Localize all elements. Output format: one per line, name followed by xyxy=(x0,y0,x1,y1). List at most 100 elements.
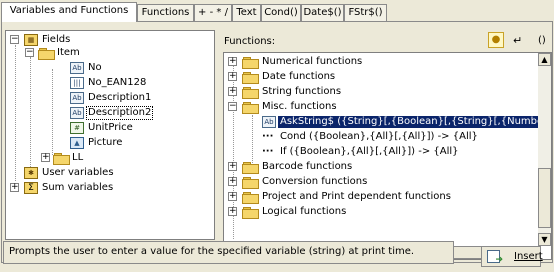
folder-icon xyxy=(53,152,70,165)
tree-label: LL xyxy=(72,152,84,163)
tree-node-sum-variables[interactable]: + Σ Sum variables xyxy=(8,182,208,194)
insert-icon: ➔ xyxy=(487,250,503,265)
description-text: Prompts the user to enter a value for th… xyxy=(9,246,415,257)
tree-node-misc[interactable]: − Misc. functions xyxy=(226,101,536,114)
tree-node-unitprice[interactable]: # UnitPrice xyxy=(8,122,208,134)
tree-label: If ({Boolean},{All}[,{All}]) -> {All} xyxy=(280,146,459,157)
expand-icon[interactable]: + xyxy=(228,177,237,186)
text-field-icon: Ab xyxy=(70,107,84,119)
functions-tree[interactable]: + Numerical functions + Date functions +… xyxy=(223,52,552,260)
table-icon: ▦ xyxy=(24,34,38,46)
picture-icon: ▲ xyxy=(70,137,84,149)
folder-icon xyxy=(242,161,259,174)
functions-label: Functions: xyxy=(224,36,276,47)
tree-label: Picture xyxy=(88,137,123,148)
folder-icon xyxy=(242,206,259,219)
expand-icon[interactable]: + xyxy=(228,192,237,201)
tree-node-numerical[interactable]: + Numerical functions xyxy=(226,56,536,69)
tree-label: Description1 xyxy=(88,92,152,103)
ellipsis-icon: ··· xyxy=(262,131,274,142)
expand-icon[interactable]: + xyxy=(228,207,237,216)
tree-node-ll[interactable]: + LL xyxy=(8,152,208,165)
tree-label: Project and Print dependent functions xyxy=(262,191,451,202)
folder-icon xyxy=(242,191,259,204)
lightbulb-icon[interactable]: ● xyxy=(488,32,504,48)
tab-fstr[interactable]: FStr$() xyxy=(344,4,387,21)
tab-strip: Variables and Functions Functions + - * … xyxy=(0,0,554,22)
tree-label: User variables xyxy=(42,167,114,178)
tab-cond[interactable]: Cond() xyxy=(261,4,301,21)
user-variable-icon: ✱ xyxy=(24,167,38,179)
tree-node-no[interactable]: Ab No xyxy=(8,62,208,74)
folder-open-icon xyxy=(38,47,55,60)
tree-node-description2[interactable]: Ab Description2 xyxy=(8,106,208,120)
tab-operators[interactable]: + - * / xyxy=(194,4,232,21)
tree-label: Barcode functions xyxy=(262,161,353,172)
tree-node-picture[interactable]: ▲ Picture xyxy=(8,137,208,149)
folder-icon xyxy=(242,71,259,84)
tree-label: Item xyxy=(57,47,80,58)
tree-node-logical[interactable]: + Logical functions xyxy=(226,206,536,219)
tree-node-cond[interactable]: ··· Cond ({Boolean},{All}[,{All}]) -> {A… xyxy=(226,131,536,143)
insert-label: Insert xyxy=(514,251,543,262)
tree-label: Misc. functions xyxy=(262,101,337,112)
insert-button[interactable]: ➔ Insert xyxy=(481,246,543,267)
tree-label: String functions xyxy=(262,86,342,97)
folder-icon xyxy=(242,86,259,99)
tree-node-date[interactable]: + Date functions xyxy=(226,71,536,84)
text-field-icon: Ab xyxy=(70,92,84,104)
enter-symbol-button[interactable]: ↵ xyxy=(513,34,522,47)
ellipsis-icon: ··· xyxy=(262,146,274,157)
variables-tree[interactable]: − ▦ Fields − Item Ab No ||| No_EAN128 Ab… xyxy=(5,30,215,240)
barcode-icon: ||| xyxy=(70,77,84,89)
parentheses-button[interactable]: () xyxy=(538,35,546,46)
collapse-icon[interactable]: − xyxy=(25,48,34,57)
tree-label: Sum variables xyxy=(42,182,114,193)
folder-icon xyxy=(242,56,259,69)
collapse-icon[interactable]: − xyxy=(10,35,19,44)
tree-node-if[interactable]: ··· If ({Boolean},{All}[,{All}]) -> {All… xyxy=(226,146,536,158)
folder-icon xyxy=(242,176,259,189)
expand-icon[interactable]: + xyxy=(228,72,237,81)
folder-open-icon xyxy=(242,101,259,114)
collapse-icon[interactable]: − xyxy=(228,102,237,111)
tree-node-askstring[interactable]: Ab AskString$ ({String}[,{Boolean}[,{Str… xyxy=(226,116,551,128)
tree-node-item[interactable]: − Item xyxy=(8,47,208,60)
tree-node-no-ean128[interactable]: ||| No_EAN128 xyxy=(8,77,208,89)
sum-icon: Σ xyxy=(24,182,38,194)
expand-icon[interactable]: + xyxy=(228,87,237,96)
scroll-thumb[interactable] xyxy=(538,168,551,228)
tree-node-barcode[interactable]: + Barcode functions xyxy=(226,161,536,174)
expand-icon[interactable]: + xyxy=(10,183,19,192)
tree-node-string[interactable]: + String functions xyxy=(226,86,536,99)
tree-label: Date functions xyxy=(262,71,336,82)
expand-icon[interactable]: + xyxy=(228,162,237,171)
tab-date[interactable]: Date$() xyxy=(301,4,344,21)
tree-node-project-print[interactable]: + Project and Print dependent functions xyxy=(226,191,536,204)
tree-node-conversion[interactable]: + Conversion functions xyxy=(226,176,536,189)
tree-label: Numerical functions xyxy=(262,56,363,67)
scroll-up-icon[interactable]: ▲ xyxy=(538,53,551,66)
tree-label: Cond ({Boolean},{All}[,{All}]) -> {All} xyxy=(280,131,478,142)
tree-label: UnitPrice xyxy=(88,122,133,133)
tab-functions[interactable]: Functions xyxy=(137,4,194,21)
tree-label-selected: AskString$ ({String}[,{Boolean}[,{String… xyxy=(278,116,551,128)
tree-node-description1[interactable]: Ab Description1 xyxy=(8,92,208,104)
expand-icon[interactable]: + xyxy=(41,153,50,162)
text-field-icon: Ab xyxy=(70,62,84,74)
number-field-icon: # xyxy=(70,122,84,134)
tree-label: No xyxy=(88,62,102,73)
tree-label: Logical functions xyxy=(262,206,347,217)
tree-node-user-variables[interactable]: ✱ User variables xyxy=(8,167,208,179)
tree-node-fields[interactable]: − ▦ Fields xyxy=(8,34,208,46)
tab-text[interactable]: Text xyxy=(232,4,261,21)
text-field-icon: Ab xyxy=(262,116,276,128)
tree-label: No_EAN128 xyxy=(88,77,147,88)
tree-label-focused: Description2 xyxy=(85,106,154,120)
tree-label: Fields xyxy=(42,34,71,45)
tab-variables-and-functions[interactable]: Variables and Functions xyxy=(1,2,137,22)
tree-label: Conversion functions xyxy=(262,176,368,187)
expand-icon[interactable]: + xyxy=(228,57,237,66)
vertical-scrollbar[interactable]: ▲ ▼ xyxy=(538,53,551,246)
scroll-down-icon[interactable]: ▼ xyxy=(538,233,551,246)
